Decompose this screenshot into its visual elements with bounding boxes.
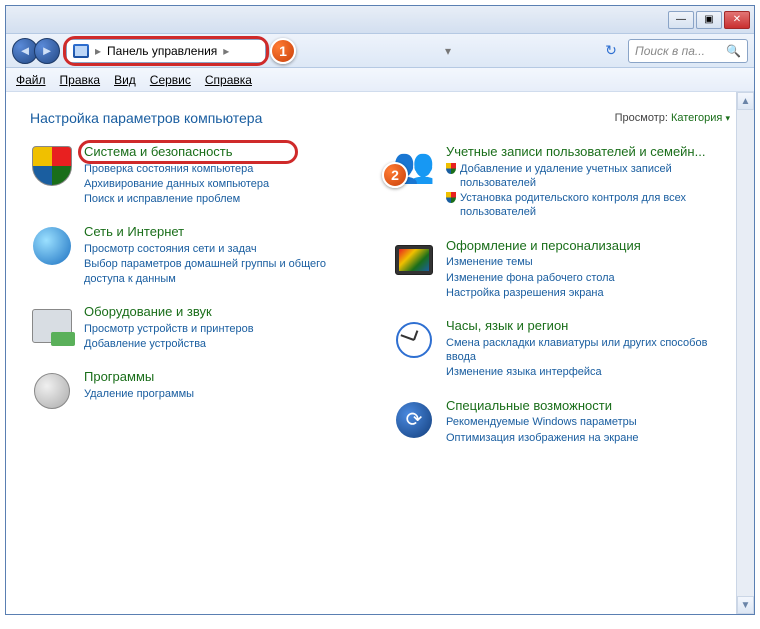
sublink[interactable]: Проверка состояния компьютера: [84, 162, 368, 176]
category-columns: Система и безопасность 2 Проверка состоя…: [30, 144, 730, 445]
address-dropdown[interactable]: ▾: [445, 44, 451, 58]
nav-buttons: ◄ ►: [12, 38, 60, 64]
sublink[interactable]: Смена раскладки клавиатуры или других сп…: [446, 336, 730, 365]
sublink[interactable]: Удаление программы: [84, 387, 368, 401]
sublink[interactable]: Установка родительского контроля для все…: [446, 191, 730, 220]
sublink[interactable]: Архивирование данных компьютера: [84, 177, 368, 191]
close-button[interactable]: ✕: [724, 11, 750, 29]
globe-icon: [30, 224, 74, 268]
category-title-appearance[interactable]: Оформление и персонализация: [446, 238, 730, 254]
category-hardware: Оборудование и звук Просмотр устройств и…: [30, 304, 368, 351]
disc-icon: [30, 369, 74, 413]
printer-icon: [30, 304, 74, 348]
category-title-label: Система и безопасность: [84, 144, 233, 159]
sublink[interactable]: Поиск и исправление проблем: [84, 192, 368, 206]
category-title-users[interactable]: Учетные записи пользователей и семейн...: [446, 144, 730, 160]
heading-row: Настройка параметров компьютера Просмотр…: [30, 110, 730, 126]
sublink[interactable]: Изменение фона рабочего стола: [446, 271, 730, 285]
category-programs: Программы Удаление программы: [30, 369, 368, 413]
view-by-value[interactable]: Категория: [671, 112, 722, 124]
sublink[interactable]: Просмотр состояния сети и задач: [84, 242, 368, 256]
forward-button[interactable]: ►: [34, 38, 60, 64]
vertical-scrollbar[interactable]: ▲ ▼: [736, 92, 754, 614]
sublink[interactable]: Изменение языка интерфейса: [446, 365, 730, 379]
category-system-security: Система и безопасность 2 Проверка состоя…: [30, 144, 368, 206]
search-icon: 🔍: [726, 44, 741, 58]
category-ease: ⟳ Специальные возможности Рекомендуемые …: [392, 398, 730, 445]
sublink[interactable]: Рекомендуемые Windows параметры: [446, 415, 730, 429]
control-panel-icon: [73, 44, 89, 58]
sublink[interactable]: Просмотр устройств и принтеров: [84, 322, 368, 336]
category-title-system-security[interactable]: Система и безопасность 2: [84, 144, 368, 160]
sublink[interactable]: Выбор параметров домашней группы и общег…: [84, 257, 368, 286]
minimize-button[interactable]: —: [668, 11, 694, 29]
search-input[interactable]: Поиск в па... 🔍: [628, 39, 748, 63]
annotation-marker-1: 1: [270, 38, 296, 64]
maximize-button[interactable]: ▣: [696, 11, 722, 29]
sublink[interactable]: Оптимизация изображения на экране: [446, 431, 730, 445]
category-title-network[interactable]: Сеть и Интернет: [84, 224, 368, 240]
chevron-down-icon[interactable]: ▾: [725, 113, 730, 123]
category-appearance: Оформление и персонализация Изменение те…: [392, 238, 730, 300]
category-title-hardware[interactable]: Оборудование и звук: [84, 304, 368, 320]
menu-file[interactable]: Файл: [16, 73, 46, 87]
search-placeholder: Поиск в па...: [635, 44, 705, 58]
content-area: Настройка параметров компьютера Просмотр…: [6, 92, 754, 614]
breadcrumb-label: Панель управления: [107, 44, 217, 58]
menu-bar: Файл Правка Вид Сервис Справка: [6, 68, 754, 92]
shield-icon: [30, 144, 74, 188]
clock-icon: [392, 318, 436, 362]
right-column: 👥 Учетные записи пользователей и семейн.…: [392, 144, 730, 445]
control-panel-window: — ▣ ✕ ◄ ► ▸ Панель управления ▸ 1 ▾ ↻ По…: [5, 5, 755, 615]
menu-help[interactable]: Справка: [205, 73, 252, 87]
category-network: Сеть и Интернет Просмотр состояния сети …: [30, 224, 368, 285]
view-by-label: Просмотр:: [615, 112, 668, 124]
annotation-marker-2: 2: [382, 162, 408, 188]
category-title-clock[interactable]: Часы, язык и регион: [446, 318, 730, 334]
sublink[interactable]: Настройка разрешения экрана: [446, 286, 730, 300]
menu-view[interactable]: Вид: [114, 73, 136, 87]
left-column: Система и безопасность 2 Проверка состоя…: [30, 144, 368, 445]
monitor-icon: [392, 238, 436, 282]
breadcrumb-tail-sep[interactable]: ▸: [223, 44, 229, 58]
breadcrumb-sep: ▸: [95, 44, 101, 58]
view-by: Просмотр: Категория ▾: [615, 112, 730, 124]
category-title-programs[interactable]: Программы: [84, 369, 368, 385]
breadcrumb[interactable]: ▸ Панель управления ▸: [66, 39, 266, 63]
category-clock: Часы, язык и регион Смена раскладки клав…: [392, 318, 730, 379]
category-users: 👥 Учетные записи пользователей и семейн.…: [392, 144, 730, 220]
menu-edit[interactable]: Правка: [60, 73, 101, 87]
sublink[interactable]: Добавление и удаление учетных записей по…: [446, 162, 730, 191]
refresh-button[interactable]: ↻: [600, 40, 622, 62]
sublink[interactable]: Изменение темы: [446, 255, 730, 269]
scroll-down-button[interactable]: ▼: [737, 596, 754, 614]
category-title-ease[interactable]: Специальные возможности: [446, 398, 730, 414]
sublink[interactable]: Добавление устройства: [84, 337, 368, 351]
page-title: Настройка параметров компьютера: [30, 110, 262, 126]
titlebar: — ▣ ✕: [6, 6, 754, 34]
ease-of-access-icon: ⟳: [392, 398, 436, 442]
menu-tools[interactable]: Сервис: [150, 73, 191, 87]
scroll-up-button[interactable]: ▲: [737, 92, 754, 110]
address-bar: ◄ ► ▸ Панель управления ▸ 1 ▾ ↻ Поиск в …: [6, 34, 754, 68]
